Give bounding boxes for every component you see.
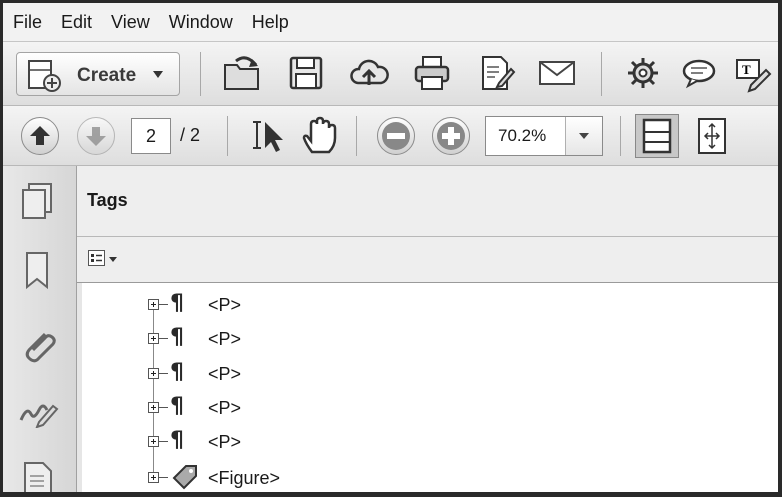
zoom-select[interactable]: 70.2% <box>485 116 603 156</box>
fit-page-icon <box>642 118 672 154</box>
expand-icon[interactable] <box>148 402 159 413</box>
plus-icon <box>437 122 465 150</box>
comment-icon[interactable] <box>679 53 719 93</box>
expand-icon[interactable] <box>148 299 159 310</box>
options-menu-button[interactable] <box>88 250 105 266</box>
tag-label: <Figure> <box>208 468 281 488</box>
expand-icon[interactable] <box>148 472 159 483</box>
expand-icon[interactable] <box>148 333 159 344</box>
tag-label: <P> <box>208 432 242 452</box>
menu-edit[interactable]: Edit <box>61 12 92 33</box>
list-options-icon <box>91 254 102 262</box>
arrow-down-icon <box>86 127 106 146</box>
menu-bar: File Edit View Window Help <box>3 3 778 42</box>
page-total: / 2 <box>180 125 201 145</box>
select-cursor-icon[interactable] <box>249 116 289 156</box>
svg-text:T: T <box>742 62 751 77</box>
bookmark-icon[interactable] <box>21 250 55 290</box>
toolbar-divider <box>620 116 621 156</box>
figure-tag-icon <box>172 465 197 490</box>
tree-connector <box>159 477 168 478</box>
navigation-toolbar: 2 / 2 70.2% <box>3 106 778 166</box>
menu-file[interactable]: File <box>13 12 42 33</box>
tree-item[interactable]: ¶ <P> <box>82 360 778 390</box>
tag-label: <P> <box>208 329 242 349</box>
tags-panel-header: Tags <box>77 166 778 237</box>
save-icon[interactable] <box>286 53 326 93</box>
tree-connector <box>159 373 168 374</box>
tree-item[interactable]: ¶ <P> <box>82 291 778 321</box>
navigation-pane-rail <box>3 166 77 492</box>
tree-connector <box>159 304 168 305</box>
zoom-dropdown-button[interactable] <box>565 117 602 155</box>
previous-page-button[interactable] <box>21 117 59 155</box>
gear-icon[interactable] <box>623 53 663 93</box>
zoom-out-button[interactable] <box>377 117 415 155</box>
page-number-input[interactable]: 2 <box>131 118 171 154</box>
menu-window[interactable]: Window <box>169 12 233 33</box>
paragraph-icon: ¶ <box>170 428 184 453</box>
toolbar-divider <box>356 116 357 156</box>
toolbar-divider <box>601 52 602 96</box>
attachment-icon[interactable] <box>19 326 57 364</box>
toolbar-divider <box>227 116 228 156</box>
tag-label: <P> <box>208 398 242 418</box>
paragraph-icon: ¶ <box>170 394 184 419</box>
email-icon[interactable] <box>537 53 577 93</box>
chevron-down-icon <box>153 71 163 78</box>
menu-help[interactable]: Help <box>252 12 289 33</box>
edit-document-icon[interactable] <box>477 53 517 93</box>
signature-icon[interactable] <box>17 398 59 428</box>
tags-panel-toolbar <box>77 237 778 283</box>
full-screen-icon[interactable] <box>693 116 733 156</box>
pages-icon[interactable] <box>19 180 57 220</box>
tree-item[interactable]: ¶ <P> <box>82 325 778 355</box>
paragraph-icon: ¶ <box>170 291 184 316</box>
create-button[interactable]: Create <box>16 52 180 96</box>
tree-item[interactable]: <Figure> <box>82 464 778 492</box>
hand-tool-icon[interactable] <box>300 116 340 156</box>
app-window: File Edit View Window Help Create T 2 / … <box>3 3 778 492</box>
tag-tree: ¶ <P> ¶ <P> ¶ <P> ¶ <P> ¶ <P> <Figure> <box>82 283 778 492</box>
paragraph-icon: ¶ <box>170 325 184 350</box>
minus-icon <box>382 122 410 150</box>
zoom-value: 70.2% <box>498 126 547 145</box>
tag-label: <P> <box>208 364 242 384</box>
tree-item[interactable]: ¶ <P> <box>82 428 778 458</box>
tree-connector <box>159 338 168 339</box>
cloud-upload-icon[interactable] <box>349 53 389 93</box>
create-pdf-icon <box>28 60 61 92</box>
tree-connector <box>159 407 168 408</box>
next-page-button[interactable] <box>77 117 115 155</box>
create-label: Create <box>77 65 137 86</box>
fit-page-button[interactable] <box>635 114 679 158</box>
toolbar-divider <box>200 52 201 96</box>
open-icon[interactable] <box>222 53 262 93</box>
tag-label: <P> <box>208 295 242 315</box>
chevron-down-icon[interactable] <box>109 257 117 262</box>
fill-sign-icon[interactable]: T <box>733 53 773 93</box>
expand-icon[interactable] <box>148 436 159 447</box>
document-icon[interactable] <box>21 460 55 492</box>
tree-connector <box>159 441 168 442</box>
paragraph-icon: ¶ <box>170 360 184 385</box>
tree-item[interactable]: ¶ <P> <box>82 394 778 424</box>
print-icon[interactable] <box>412 53 452 93</box>
expand-icon[interactable] <box>148 368 159 379</box>
menu-view[interactable]: View <box>111 12 150 33</box>
panel-title: Tags <box>87 190 128 210</box>
arrow-up-icon <box>30 126 50 145</box>
main-toolbar: Create T <box>3 42 778 106</box>
zoom-in-button[interactable] <box>432 117 470 155</box>
